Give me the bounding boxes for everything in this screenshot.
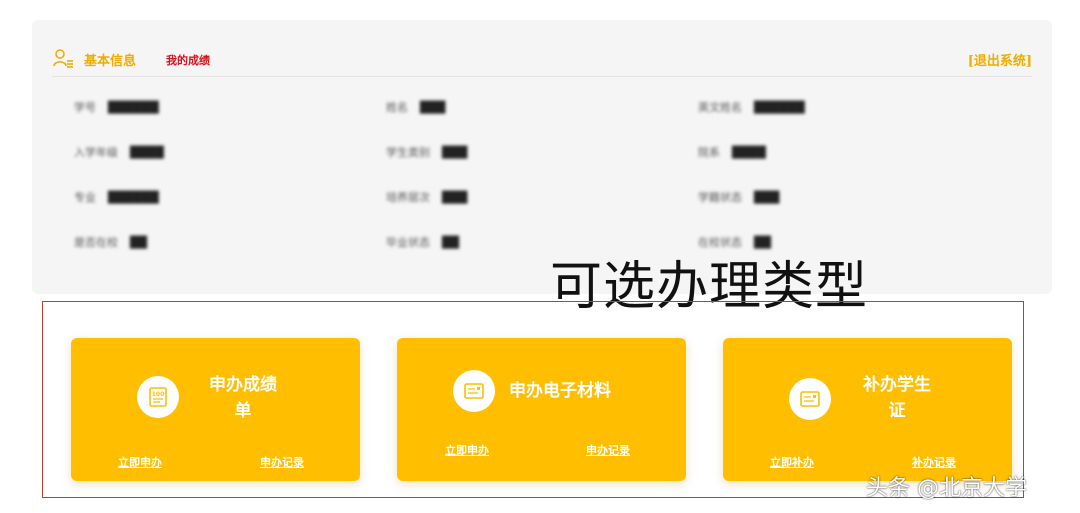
toutiao-watermark: 头条 @北京大学 [866,476,1027,501]
service-options-frame: 100 申办成绩单 立即申办 申办记录 申办电子材料 立即申办 申办记录 补办学… [42,301,1024,498]
field-value: ██ [130,235,147,249]
field-label: 学号 [74,101,96,114]
field-value: ██ [754,235,771,249]
reapply-record-link[interactable]: 补办记录 [912,454,956,470]
service-title: 补办学生证 [863,375,931,421]
document-icon [453,370,495,412]
service-card-student-id[interactable]: 补办学生证 立即补办 补办记录 [723,338,1012,481]
info-field-grid: 学号 ██████ 姓名 ███ 英文姓名 ██████ 入学年级 ████ 学… [74,96,974,276]
field-value: ███ [442,145,468,159]
apply-now-link[interactable]: 立即申办 [445,442,489,458]
reapply-now-link[interactable]: 立即补办 [770,454,814,470]
field-label: 院系 [698,146,720,159]
info-field: 毕业状态 ██ [386,231,698,253]
apply-record-link[interactable]: 申办记录 [586,442,630,458]
field-label: 毕业状态 [386,236,430,249]
tab-basic-info[interactable]: 基本信息 [84,50,136,69]
score-sheet-icon: 100 [137,376,179,418]
field-value: ██████ [754,100,805,114]
field-value: ████ [130,145,164,159]
info-field: 专业 ██████ [74,186,386,208]
info-field: 院系 ████ [698,141,974,163]
field-label: 学生类别 [386,146,430,159]
info-field: 学籍状态 ███ [698,186,974,208]
info-field: 在校状态 ██ [698,231,974,253]
tab-my-scores[interactable]: 我的成绩 [166,52,210,68]
service-title: 申办成绩单 [209,375,277,421]
field-label: 是否在校 [74,236,118,249]
info-field: 学号 ██████ [74,96,386,118]
field-value: ███ [754,190,780,204]
info-field: 英文姓名 ██████ [698,96,974,118]
field-value: ███ [442,190,468,204]
field-value: ████ [732,145,766,159]
field-value: ██ [442,235,459,249]
basic-info-panel: 基本信息 我的成绩 [退出系统] 学号 ██████ 姓名 ███ 英文姓名 █… [32,20,1052,294]
field-value: ██████ [108,190,159,204]
service-card-e-material[interactable]: 申办电子材料 立即申办 申办记录 [397,338,686,481]
field-label: 入学年级 [74,146,118,159]
logout-link[interactable]: [退出系统] [968,50,1032,69]
user-list-icon [52,47,74,69]
info-field: 姓名 ███ [386,96,698,118]
card-icon [789,378,831,420]
field-label: 专业 [74,191,96,204]
apply-record-link[interactable]: 申办记录 [260,454,304,470]
field-label: 英文姓名 [698,101,742,114]
info-field: 是否在校 ██ [74,231,386,253]
field-label: 姓名 [386,101,408,114]
info-field: 培养层次 ███ [386,186,698,208]
field-value: ███ [420,100,446,114]
field-value: ██████ [108,100,159,114]
service-title: 申办电子材料 [509,381,611,401]
field-label: 培养层次 [386,191,430,204]
info-header: 基本信息 我的成绩 [退出系统] [52,46,1032,77]
svg-text:100: 100 [152,391,165,398]
info-field: 学生类别 ███ [386,141,698,163]
field-label: 学籍状态 [698,191,742,204]
apply-now-link[interactable]: 立即申办 [118,454,162,470]
info-field: 入学年级 ████ [74,141,386,163]
service-card-score-sheet[interactable]: 100 申办成绩单 立即申办 申办记录 [71,338,360,481]
field-label: 在校状态 [698,236,742,249]
